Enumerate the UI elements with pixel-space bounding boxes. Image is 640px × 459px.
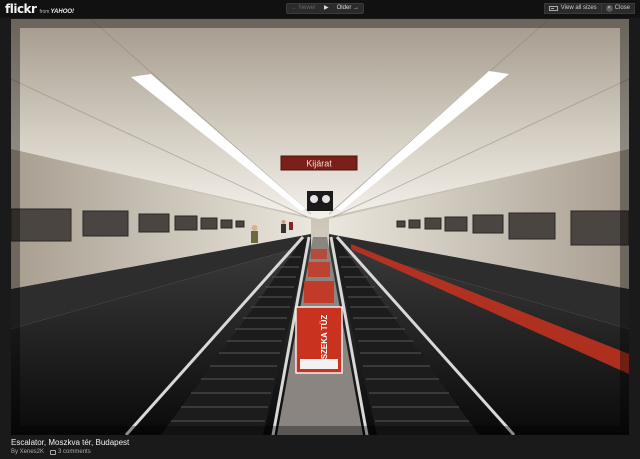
newer-button[interactable]: ← Newer	[287, 4, 320, 13]
photo-caption: Escalator, Moszkva tér, Budapest By Xene…	[11, 438, 629, 455]
photo-meta: By Xenes2K 3 comments	[11, 449, 629, 455]
escalator-photo-image: Kijárat SZEKA TÜZ	[11, 19, 629, 435]
comment-icon	[50, 449, 57, 455]
flickr-logo[interactable]: flickr from YAHOO!	[5, 2, 74, 16]
close-button[interactable]: ✕ Close	[601, 3, 635, 14]
play-icon[interactable]: ▶	[320, 4, 333, 13]
sizes-icon	[548, 6, 558, 11]
lightbox-actions: View all sizes ✕ Close	[543, 3, 635, 14]
close-icon: ✕	[605, 5, 613, 12]
view-all-sizes-button[interactable]: View all sizes	[543, 3, 602, 14]
photo-title: Escalator, Moszkva tér, Budapest	[11, 438, 130, 447]
comments-link[interactable]: 3 comments	[58, 449, 91, 455]
older-button[interactable]: Older →	[333, 4, 363, 13]
view-all-sizes-label: View all sizes	[560, 5, 597, 11]
photo-pager: ← Newer ▶ Older →	[286, 3, 364, 14]
logo-yahoo-text: YAHOO!	[50, 9, 75, 15]
main-photo[interactable]: Kijárat SZEKA TÜZ	[11, 19, 629, 435]
top-bar: flickr from YAHOO! ← Newer ▶ Older → Vie…	[0, 0, 640, 18]
exit-sign-text: Kijárat	[306, 159, 332, 169]
logo-wordmark: flickr	[5, 2, 37, 16]
logo-from-text: from	[39, 9, 50, 15]
author-link[interactable]: By Xenes2K	[11, 449, 44, 455]
ad-text: SZEKA TÜZ	[320, 315, 329, 360]
close-label: Close	[614, 5, 630, 11]
